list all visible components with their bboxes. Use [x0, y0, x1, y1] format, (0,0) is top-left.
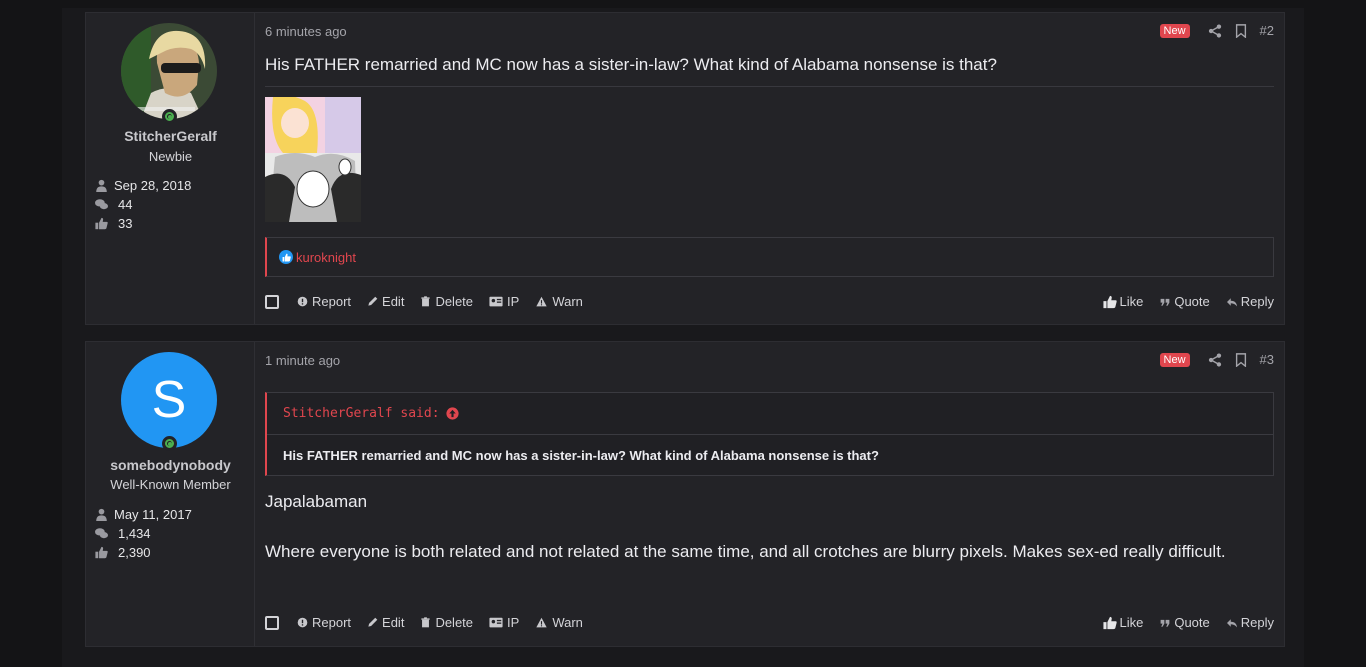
warn-button[interactable]: Warn	[535, 294, 583, 309]
reaction-score: 33	[118, 216, 133, 231]
reactions-bar: kuroknight	[265, 237, 1274, 277]
info-icon	[297, 296, 308, 307]
username[interactable]: StitcherGeralf	[86, 128, 255, 144]
new-badge: New	[1159, 352, 1190, 367]
id-card-icon	[489, 296, 503, 307]
messages-stat: 1,434	[95, 524, 192, 543]
delete-button[interactable]: Delete	[420, 294, 473, 309]
ip-button[interactable]: IP	[489, 615, 519, 630]
post-text-line-1: Japalabaman	[265, 492, 368, 511]
quote-header[interactable]: StitcherGeralf said:	[267, 393, 1273, 435]
post-actions: Report Edit Delete IP Warn Like Quote Re…	[265, 294, 1274, 309]
warning-icon	[536, 296, 547, 307]
avatar[interactable]	[121, 23, 217, 119]
new-badge: New	[1159, 23, 1190, 38]
post-meta: New #3	[1159, 352, 1274, 367]
user-panel: S somebodynobody Well-Known Member May 1…	[86, 342, 255, 646]
edit-button[interactable]: Edit	[367, 294, 404, 309]
post-time[interactable]: 6 minutes ago	[265, 24, 347, 39]
quote-button[interactable]: Quote	[1160, 294, 1210, 309]
post-number[interactable]: #2	[1260, 23, 1274, 38]
reply-button[interactable]: Reply	[1226, 615, 1274, 630]
user-stats: Sep 28, 2018 44 33	[95, 176, 191, 233]
quote-text: His FATHER remarried and MC now has a si…	[283, 448, 879, 463]
user-icon	[96, 179, 107, 192]
user-panel: StitcherGeralf Newbie Sep 28, 2018 44 33	[86, 13, 255, 324]
post-main: 6 minutes ago New #2 His FATHER remarrie…	[255, 13, 1284, 324]
reply-icon	[1226, 618, 1237, 627]
reaction-actions: Like Quote Reply	[1086, 294, 1274, 309]
post-number[interactable]: #3	[1260, 352, 1274, 367]
share-icon[interactable]	[1208, 352, 1222, 367]
post-time[interactable]: 1 minute ago	[265, 353, 340, 368]
warning-icon	[536, 617, 547, 628]
select-checkbox[interactable]	[265, 615, 279, 630]
like-button[interactable]: Like	[1103, 615, 1143, 630]
id-card-icon	[489, 617, 503, 628]
user-title: Newbie	[148, 149, 193, 164]
select-checkbox[interactable]	[265, 294, 279, 309]
joined-stat: May 11, 2017	[95, 505, 192, 524]
reactions-stat: 33	[95, 214, 191, 233]
pencil-icon	[368, 296, 378, 306]
thumbs-up-icon	[1103, 295, 1118, 308]
reply-button[interactable]: Reply	[1226, 294, 1274, 309]
messages-stat: 44	[95, 195, 191, 214]
attached-image[interactable]	[265, 97, 361, 222]
messages-count: 1,434	[118, 526, 151, 541]
bookmark-icon[interactable]	[1234, 23, 1248, 38]
quote-block: StitcherGeralf said: His FATHER remarrie…	[265, 392, 1274, 476]
quote-author[interactable]: StitcherGeralf said:	[283, 406, 440, 421]
bookmark-icon[interactable]	[1234, 352, 1248, 367]
username[interactable]: somebodynobody	[86, 457, 255, 473]
post-text-line-2: Where everyone is both related and not r…	[265, 542, 1226, 561]
like-reaction-icon	[279, 250, 293, 264]
report-button[interactable]: Report	[297, 615, 351, 630]
joined-stat: Sep 28, 2018	[95, 176, 191, 195]
reply-icon	[1226, 297, 1237, 306]
messages-count: 44	[118, 197, 133, 212]
user-title: Well-Known Member	[110, 477, 231, 492]
reaction-actions: Like Quote Reply	[1086, 615, 1274, 630]
edit-button[interactable]: Edit	[367, 615, 404, 630]
quote-icon	[1160, 298, 1170, 306]
share-icon[interactable]	[1208, 23, 1222, 38]
warn-button[interactable]: Warn	[535, 615, 583, 630]
post-text: His FATHER remarried and MC now has a si…	[265, 55, 997, 74]
report-button[interactable]: Report	[297, 294, 351, 309]
delete-button[interactable]: Delete	[420, 615, 473, 630]
reaction-score: 2,390	[118, 545, 151, 560]
thumbs-up-icon	[1103, 616, 1118, 629]
online-status-icon	[162, 109, 177, 124]
trash-icon	[421, 617, 431, 628]
pencil-icon	[368, 617, 378, 627]
joined-date: May 11, 2017	[114, 507, 192, 522]
comments-icon	[95, 199, 108, 210]
reactions-stat: 2,390	[95, 543, 192, 562]
thumbs-up-icon	[95, 546, 108, 559]
post-2: StitcherGeralf Newbie Sep 28, 2018 44 33…	[85, 12, 1285, 325]
like-button[interactable]: Like	[1103, 294, 1143, 309]
info-icon	[297, 617, 308, 628]
avatar[interactable]: S	[121, 352, 217, 448]
quote-button[interactable]: Quote	[1160, 615, 1210, 630]
joined-date: Sep 28, 2018	[114, 178, 192, 193]
post-meta: New #2	[1159, 23, 1274, 38]
arrow-up-circle-icon[interactable]	[445, 407, 459, 420]
trash-icon	[421, 296, 431, 307]
ip-button[interactable]: IP	[489, 294, 519, 309]
user-stats: May 11, 2017 1,434 2,390	[95, 505, 192, 562]
quote-icon	[1160, 619, 1170, 627]
post-actions: Report Edit Delete IP Warn Like Quote Re…	[265, 615, 1274, 630]
user-icon	[96, 508, 107, 521]
post-3: S somebodynobody Well-Known Member May 1…	[85, 341, 1285, 647]
online-status-icon	[162, 436, 177, 451]
comments-icon	[95, 528, 108, 539]
thumbs-up-icon	[95, 217, 108, 230]
post-main: 1 minute ago New #3 StitcherGeralf said:…	[255, 342, 1284, 646]
reaction-user-link[interactable]: kuroknight	[296, 250, 356, 265]
divider	[265, 86, 1274, 87]
